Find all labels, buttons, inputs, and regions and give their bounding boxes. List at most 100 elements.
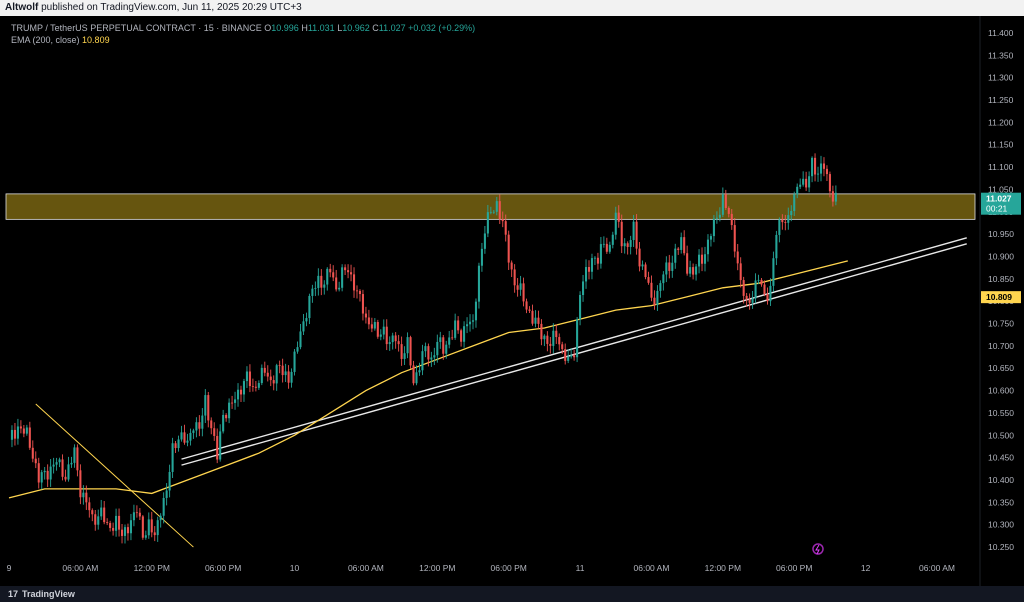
candle-body [52,464,55,467]
candle-body [831,191,834,202]
y-tick-label: 10.250 [988,542,1014,552]
candle-body [433,355,436,358]
candle-body [724,194,727,208]
candle-body [709,236,712,240]
candle-body [278,365,281,367]
candle-body [790,211,793,216]
candle-body [421,351,424,371]
candle-body [739,263,742,281]
candle-body [138,512,141,517]
candle-body [659,283,662,291]
candle-body [373,322,376,329]
candle-body [22,428,25,434]
candle-body [177,439,180,449]
candle-body [34,458,37,464]
candle-body [400,344,403,359]
tradingview-logo[interactable]: 17 TradingView [8,586,75,602]
candle-body [150,519,153,533]
x-tick-label: 06:00 PM [776,563,812,573]
candle-body [269,376,272,381]
candle-body [501,219,504,222]
candle-body [415,372,418,384]
price-chart[interactable]: 11.400 11.350 11.300 11.250 11.200 11.150 11.1… [0,0,1024,586]
x-tick-label: 9 [7,563,12,573]
candle-body [103,507,106,523]
candle-body [579,295,582,320]
candle-body [468,321,472,325]
candle-body [317,275,320,288]
candle-body [361,294,364,314]
candle-body [55,462,58,465]
candle-body [228,402,231,419]
candle-body [25,427,28,434]
open-value: 10.996 [271,23,299,33]
candle-body [91,510,94,515]
candle-body [644,264,647,278]
candle-body [424,346,427,352]
x-tick-label: 06:00 AM [348,563,384,573]
candle-body [495,201,498,212]
y-tick-label: 11.100 [988,162,1014,172]
candle-body [665,262,668,275]
candle-body [587,267,591,272]
candle-body [165,490,168,498]
candle-body [576,319,579,358]
candle-body [540,323,543,340]
candle-body [778,219,781,235]
ema-label[interactable]: EMA (200, close) [11,35,80,45]
candle-body [466,324,469,327]
symbol-title[interactable]: TRUMP / TetherUS PERPETUAL CONTRACT · 15… [11,23,262,33]
candle-body [174,443,177,449]
candle-body [118,515,121,530]
candle-body [13,429,16,439]
candle-body [787,215,790,223]
candle-body [126,527,130,534]
candle-body [329,268,332,273]
candle-body [239,389,243,395]
candle-body [647,277,650,283]
candle-body [504,221,507,235]
candle-body [156,520,159,536]
candle-body [650,282,653,298]
candle-body [115,515,118,531]
candle-body [680,237,683,250]
candle-body [344,267,347,271]
candle-body [376,322,379,337]
y-tick-label: 10.750 [988,319,1014,329]
candle-body [367,317,370,325]
resistance-zone [5,193,976,220]
candle-body [460,330,463,342]
candle-body [727,207,730,214]
candle-body [772,258,775,286]
candle-body [40,472,43,483]
candle-body [347,270,350,273]
candle-body [573,355,576,358]
candle-body [819,163,823,174]
candle-body [281,365,284,376]
candle-body [192,430,195,433]
chart-legend: TRUMP / TetherUS PERPETUAL CONTRACT · 15… [11,22,475,46]
candle-body [144,535,147,538]
ema-value: 10.809 [82,35,110,45]
candle-body [463,326,466,342]
x-tick-label: 12 [861,563,871,573]
candle-body [692,267,695,275]
candle-body [629,240,632,247]
candle-body [97,516,100,525]
y-tick-label: 10.850 [988,274,1014,284]
candle-body [406,337,409,354]
candle-body [16,426,19,439]
candle-body [326,268,329,285]
candle-body [769,285,772,302]
candle-body [201,415,204,429]
candle-body [439,337,442,342]
candle-body [623,243,626,247]
candle-body [638,248,641,267]
candle-body [531,310,534,324]
candle-body [683,237,686,254]
candle-body [37,463,40,483]
candle-body [454,320,457,338]
candle-body [477,265,480,302]
candle-body [611,234,614,245]
candle-body [451,337,454,339]
